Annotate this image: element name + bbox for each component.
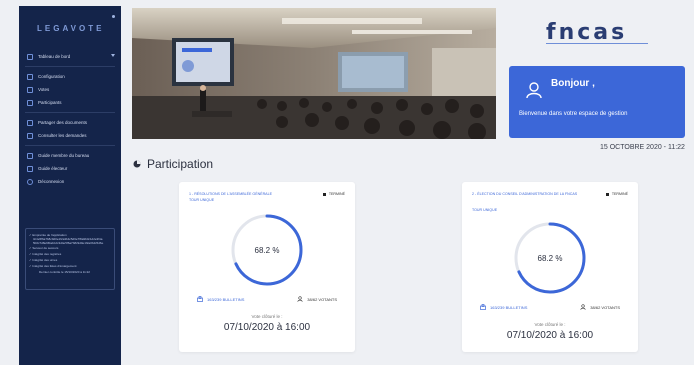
sidebar-item-board-guide[interactable]: Guide membre du bureau: [19, 149, 121, 162]
bulletins-count[interactable]: 163/239 BULLETINS: [197, 296, 244, 302]
collapse-dot-icon[interactable]: [112, 15, 115, 18]
client-logo-underline: [546, 43, 648, 44]
person-icon: [580, 304, 586, 310]
voters-label: 38/62 VOTANTS: [590, 304, 620, 310]
status-last-check: Dernier contrôle le 15/10/2020 à 11:22: [39, 270, 90, 274]
user-icon: [526, 82, 542, 99]
percent-label: 68.2 %: [538, 254, 563, 263]
vote-title: 1 - RÉSOLUTIONS DE L'ASSEMBLÉE GÉNÉRALE: [189, 192, 272, 196]
bulletins-count[interactable]: 163/239 BULLETINS: [480, 304, 527, 310]
percent-label: 68.2 %: [255, 246, 280, 255]
sidebar-item-votes[interactable]: Votes: [19, 83, 121, 96]
vote-card[interactable]: 2 - ÉLECTION DU CONSEIL D'ADMINISTRATION…: [462, 182, 638, 352]
sidebar-divider: [25, 145, 115, 146]
vote-status-label: TERMINÉ: [611, 192, 628, 196]
welcome-message: Bienvenue dans votre espace de gestion: [519, 111, 628, 117]
book-icon: [27, 165, 33, 172]
voters-label: 38/62 VOTANTS: [307, 296, 337, 302]
status-square-icon: [605, 192, 609, 196]
welcome-card: Bonjour , Bienvenue dans votre espace de…: [509, 66, 685, 138]
home-icon: [27, 53, 33, 60]
share-icon: [27, 119, 33, 126]
book-icon: [27, 152, 33, 159]
participation-title: Participation: [147, 157, 214, 171]
sidebar-item-participants[interactable]: Participants: [19, 96, 121, 109]
closed-label: Vote clôturé le :: [251, 314, 283, 319]
ballot-box-icon: [197, 296, 203, 302]
sidebar-item-logout[interactable]: Déconnexion: [19, 175, 121, 188]
closed-date: 07/10/2020 à 16:00: [223, 322, 311, 333]
app-frame: LEGAVOTE Tableau de bord Configuration V…: [0, 0, 694, 365]
settings-icon: [27, 73, 33, 80]
sidebar-item-dashboard[interactable]: Tableau de bord: [19, 50, 121, 63]
sidebar-item-requests[interactable]: Consulter les demandes: [19, 129, 121, 142]
voters-count: 38/62 VOTANTS: [580, 304, 620, 310]
vote-status: TERMINÉ: [605, 192, 628, 196]
status-square-icon: [322, 192, 326, 196]
chevron-down-icon: [111, 54, 115, 57]
sidebar-item-label: Tableau de bord: [38, 54, 71, 59]
closed-label: Vote clôturé le :: [534, 322, 566, 327]
sidebar-item-label: Partager des documents: [38, 120, 88, 125]
conference-photo-illustration: [132, 8, 496, 139]
bulletins-label: 163/239 BULLETINS: [207, 296, 245, 302]
conference-photo: [132, 8, 496, 139]
sidebar-item-voter-guide[interactable]: Guide électeur: [19, 162, 121, 175]
sidebar-item-label: Participants: [38, 100, 62, 105]
inbox-icon: [27, 132, 33, 139]
sidebar-nav: Tableau de bord Configuration Votes Part…: [19, 50, 121, 188]
sidebar-item-configuration[interactable]: Configuration: [19, 70, 121, 83]
participation-ring: 68.2 %: [514, 222, 586, 294]
app-logo[interactable]: LEGAVOTE: [37, 24, 104, 33]
vote-status-label: TERMINÉ: [328, 192, 345, 196]
integrity-status-box: ✓ Empreinte de l'application 3c4e5f6a7b8…: [25, 228, 115, 290]
sidebar-item-label: Guide membre du bureau: [38, 153, 90, 158]
sidebar-divider: [25, 112, 115, 113]
pie-chart-icon: [133, 160, 141, 168]
vote-status: TERMINÉ: [322, 192, 345, 196]
sidebar-item-label: Consulter les demandes: [38, 133, 87, 138]
closed-date: 07/10/2020 à 16:00: [506, 330, 594, 341]
bulletins-label: 163/239 BULLETINS: [490, 304, 528, 310]
vote-round: TOUR UNIQUE: [472, 208, 498, 212]
vote-card[interactable]: 1 - RÉSOLUTIONS DE L'ASSEMBLÉE GÉNÉRALE …: [179, 182, 355, 352]
client-logo: fncas: [546, 20, 628, 45]
sidebar: LEGAVOTE Tableau de bord Configuration V…: [19, 6, 121, 365]
users-icon: [27, 99, 33, 106]
vote-title: 2 - ÉLECTION DU CONSEIL D'ADMINISTRATION…: [472, 192, 578, 196]
voters-count: 38/62 VOTANTS: [297, 296, 337, 302]
greeting: Bonjour ,: [551, 78, 595, 89]
sidebar-item-share-documents[interactable]: Partager des documents: [19, 116, 121, 129]
power-icon: [27, 178, 33, 185]
vote-round: TOUR UNIQUE: [189, 198, 215, 202]
sidebar-divider: [25, 66, 115, 67]
current-datetime: 15 OCTOBRE 2020 - 11:22: [600, 144, 685, 151]
ballot-icon: [27, 86, 33, 93]
sidebar-item-label: Votes: [38, 87, 50, 92]
person-icon: [297, 296, 303, 302]
sidebar-item-label: Guide électeur: [38, 166, 68, 171]
sidebar-item-label: Configuration: [38, 74, 65, 79]
sidebar-item-label: Déconnexion: [38, 179, 65, 184]
participation-ring: 68.2 %: [231, 214, 303, 286]
ballot-box-icon: [480, 304, 486, 310]
